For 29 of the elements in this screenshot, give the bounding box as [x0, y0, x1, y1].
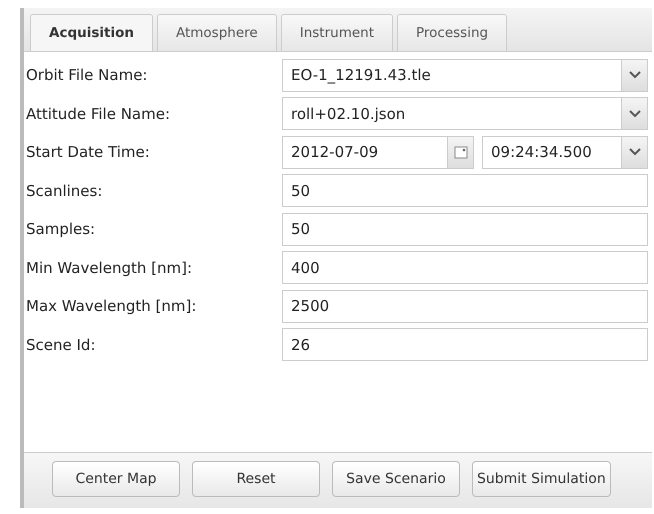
- field-label: Start Date Time:: [25, 142, 151, 163]
- tab[interactable]: Processing: [397, 14, 508, 51]
- tab[interactable]: Instrument: [280, 14, 393, 51]
- field-label: Attitude File Name:: [25, 104, 172, 124]
- input-field[interactable]: 26: [282, 328, 648, 362]
- field-label: Max Wavelength [nm]:: [25, 296, 198, 317]
- field-label: Scanlines:: [25, 180, 104, 202]
- button[interactable]: Submit Simulation: [472, 461, 611, 497]
- input-field[interactable]: 400: [282, 251, 648, 284]
- button[interactable]: Save Scenario: [332, 461, 460, 497]
- field-label: Orbit File Name:: [25, 65, 148, 86]
- calendar-icon[interactable]: [447, 136, 473, 168]
- input-field[interactable]: 50: [282, 212, 648, 246]
- dropdown-field[interactable]: EO-1_12191.43.tle: [282, 58, 648, 92]
- input-field[interactable]: 2500: [282, 290, 648, 323]
- caret-icon[interactable]: [621, 98, 647, 130]
- button[interactable]: Reset: [192, 461, 320, 497]
- date-field[interactable]: 2012-07-09: [282, 136, 474, 169]
- time-field[interactable]: 09:24:34.500: [482, 136, 648, 169]
- button[interactable]: Center Map: [52, 461, 180, 497]
- field-label: Scene Id:: [25, 334, 96, 356]
- dropdown-field[interactable]: roll+02.10.json: [282, 97, 648, 130]
- field-label: Min Wavelength [nm]:: [25, 258, 194, 278]
- field-label: Samples:: [25, 219, 96, 240]
- tab[interactable]: Acquisition: [30, 14, 153, 51]
- tab[interactable]: Atmosphere: [156, 14, 277, 51]
- caret-icon[interactable]: [621, 136, 647, 168]
- caret-icon[interactable]: [621, 60, 647, 91]
- input-field[interactable]: 50: [282, 174, 648, 208]
